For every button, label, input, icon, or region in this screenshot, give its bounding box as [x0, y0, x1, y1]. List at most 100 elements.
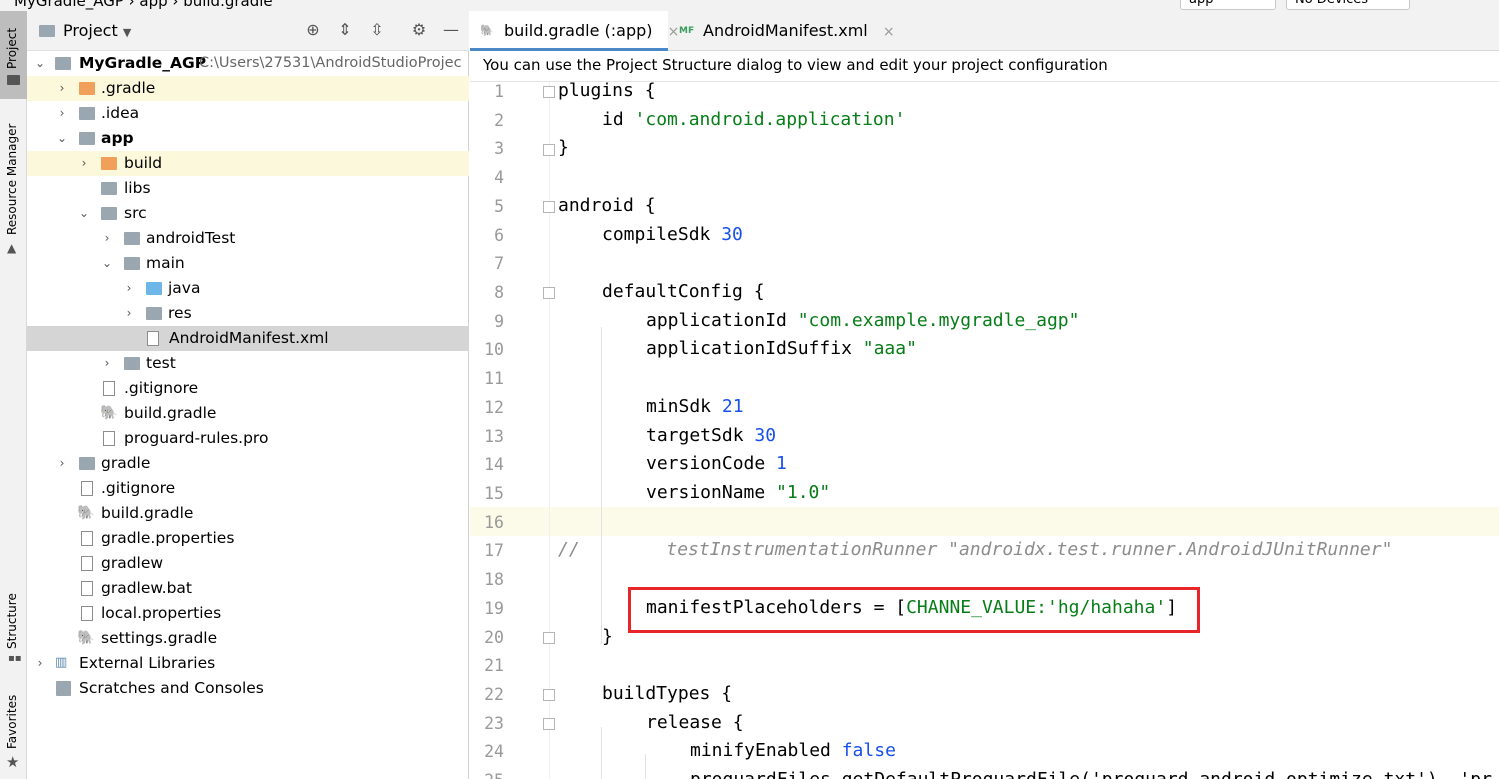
- left-tool-strip: Project Resource Manager ▲ Structure ▪▪ …: [0, 11, 27, 779]
- fold-marker[interactable]: [543, 718, 555, 730]
- chevron-right-icon[interactable]: ›: [122, 276, 136, 301]
- tree-item-build[interactable]: › build: [27, 151, 469, 176]
- fold-marker[interactable]: [543, 287, 555, 299]
- run-config-select[interactable]: app: [1180, 0, 1276, 10]
- tree-item-androidtest[interactable]: › androidTest: [27, 226, 469, 251]
- tree-item-app-build-gradle[interactable]: 🐘 build.gradle: [27, 401, 469, 426]
- chevron-right-icon[interactable]: ›: [55, 101, 69, 126]
- project-panel: Project ▼ ⊕ ⇕ ⇳ ⚙ — ⌄ MyGradle_AGP C:\Us…: [27, 11, 469, 779]
- project-panel-header: Project ▼ ⊕ ⇕ ⇳ ⚙ —: [27, 11, 469, 51]
- chevron-right-icon[interactable]: ›: [122, 301, 136, 326]
- line-number: 14: [484, 455, 504, 474]
- project-view-select[interactable]: Project ▼: [63, 21, 131, 40]
- tree-item-dot-gradle[interactable]: › .gradle: [27, 76, 469, 101]
- code-editor[interactable]: 1 2 3 4 5 6 7 8 9 10 11 12 13 14 15 16 1…: [470, 82, 1499, 779]
- tab-label: AndroidManifest.xml: [703, 21, 868, 40]
- module-folder-icon: [55, 57, 71, 70]
- tree-item-label: build: [124, 154, 163, 172]
- chevron-down-icon[interactable]: ⌄: [77, 201, 91, 226]
- tree-item-root-build-gradle[interactable]: 🐘 build.gradle: [27, 501, 469, 526]
- folder-icon: [124, 357, 140, 370]
- indent-guide: [645, 754, 646, 779]
- top-toolbar: MyGradle_AGP › app › build.gradle app No…: [0, 0, 1499, 11]
- chevron-down-icon: ▼: [122, 26, 132, 39]
- chevron-right-icon[interactable]: ›: [100, 226, 114, 251]
- fold-marker[interactable]: [543, 86, 555, 98]
- breadcrumb[interactable]: MyGradle_AGP › app › build.gradle: [14, 0, 273, 10]
- fold-marker[interactable]: [543, 689, 555, 701]
- tree-item-idea[interactable]: › .idea: [27, 101, 469, 126]
- tab-label: build.gradle (:app): [504, 21, 653, 40]
- chevron-right-icon[interactable]: ›: [33, 651, 47, 676]
- resource-manager-tool-tab[interactable]: Resource Manager ▲: [0, 111, 27, 261]
- fold-marker[interactable]: [543, 632, 555, 644]
- project-structure-banner[interactable]: You can use the Project Structure dialog…: [470, 51, 1499, 82]
- tree-item-local-properties[interactable]: local.properties: [27, 601, 469, 626]
- chevron-right-icon[interactable]: ›: [55, 76, 69, 101]
- tree-item-gradlew[interactable]: gradlew: [27, 551, 469, 576]
- tree-item-root-gitignore[interactable]: .gitignore: [27, 476, 469, 501]
- collapse-all-icon[interactable]: ⇳: [367, 20, 387, 40]
- tree-item-src[interactable]: ⌄ src: [27, 201, 469, 226]
- device-select[interactable]: No Devices: [1286, 0, 1410, 10]
- tree-item-external-libraries[interactable]: › ▥ External Libraries: [27, 651, 469, 676]
- tree-item-scratches[interactable]: Scratches and Consoles: [27, 676, 469, 701]
- tree-item-app[interactable]: ⌄ app: [27, 126, 469, 151]
- line-number: 21: [484, 656, 504, 675]
- chevron-down-icon[interactable]: ⌄: [33, 51, 47, 76]
- tree-item-main[interactable]: ⌄ main: [27, 251, 469, 276]
- gear-icon[interactable]: ⚙: [409, 20, 429, 40]
- tree-item-androidmanifest[interactable]: AndroidManifest.xml: [27, 326, 469, 351]
- code-token: minSdk: [646, 396, 722, 417]
- close-icon[interactable]: ×: [883, 24, 895, 40]
- fold-marker[interactable]: [543, 144, 555, 156]
- tree-item-app-gitignore[interactable]: .gitignore: [27, 376, 469, 401]
- line-number: 7: [494, 254, 504, 273]
- gradle-elephant-icon: 🐘: [77, 505, 95, 521]
- code-line-24: minifyEnabled false: [690, 740, 896, 761]
- tree-item-root[interactable]: ⌄ MyGradle_AGP C:\Users\27531\AndroidStu…: [27, 51, 469, 76]
- tree-item-label: gradle: [101, 454, 151, 472]
- chevron-right-icon[interactable]: ›: [100, 351, 114, 376]
- code-line-20: }: [602, 626, 613, 647]
- editor-area: 🐘 build.gradle (:app) × MF AndroidManife…: [470, 11, 1499, 779]
- code-number: 21: [721, 396, 744, 417]
- chevron-right-icon[interactable]: ›: [77, 151, 91, 176]
- tree-item-label: gradlew.bat: [101, 579, 192, 597]
- tree-item-settings-gradle[interactable]: 🐘 settings.gradle: [27, 626, 469, 651]
- libraries-icon: ▥: [55, 655, 68, 670]
- project-tool-tab[interactable]: Project: [0, 11, 27, 99]
- code-line-1: plugins {: [558, 82, 656, 101]
- tree-item-gradle[interactable]: › gradle: [27, 451, 469, 476]
- line-number: 22: [484, 685, 504, 704]
- tree-item-gradle-properties[interactable]: gradle.properties: [27, 526, 469, 551]
- tab-build-gradle-app[interactable]: 🐘 build.gradle (:app) ×: [470, 11, 679, 51]
- line-number: 10: [484, 340, 504, 359]
- code-line-6: compileSdk 30: [602, 224, 743, 245]
- locate-icon[interactable]: ⊕: [303, 20, 323, 40]
- favorites-tool-tab[interactable]: Favorites ★: [0, 691, 27, 779]
- chevron-down-icon[interactable]: ⌄: [100, 251, 114, 276]
- tree-item-test[interactable]: › test: [27, 351, 469, 376]
- resource-manager-tool-label: Resource Manager: [5, 123, 19, 235]
- fold-marker[interactable]: [543, 201, 555, 213]
- tree-item-label: build.gradle: [124, 404, 217, 422]
- chevron-right-icon[interactable]: ›: [55, 451, 69, 476]
- tree-item-res[interactable]: › res: [27, 301, 469, 326]
- hide-icon[interactable]: —: [441, 20, 461, 40]
- code-token: applicationIdSuffix: [646, 338, 863, 359]
- tree-item-java[interactable]: › java: [27, 276, 469, 301]
- expand-all-icon[interactable]: ⇕: [335, 20, 355, 40]
- tree-item-libs[interactable]: libs: [27, 176, 469, 201]
- tab-androidmanifest[interactable]: MF AndroidManifest.xml ×: [669, 11, 895, 51]
- structure-tool-tab[interactable]: Structure ▪▪: [0, 581, 27, 671]
- code-line-9: applicationId "com.example.mygradle_agp": [646, 310, 1079, 331]
- source-folder-icon: [146, 282, 162, 295]
- tree-item-gradlew-bat[interactable]: gradlew.bat: [27, 576, 469, 601]
- tree-item-proguard[interactable]: proguard-rules.pro: [27, 426, 469, 451]
- line-number: 5: [494, 197, 504, 216]
- chevron-down-icon[interactable]: ⌄: [55, 126, 69, 151]
- gradle-elephant-icon: 🐘: [77, 630, 95, 646]
- code-number: 1: [776, 453, 787, 474]
- module-folder-icon: [79, 132, 95, 145]
